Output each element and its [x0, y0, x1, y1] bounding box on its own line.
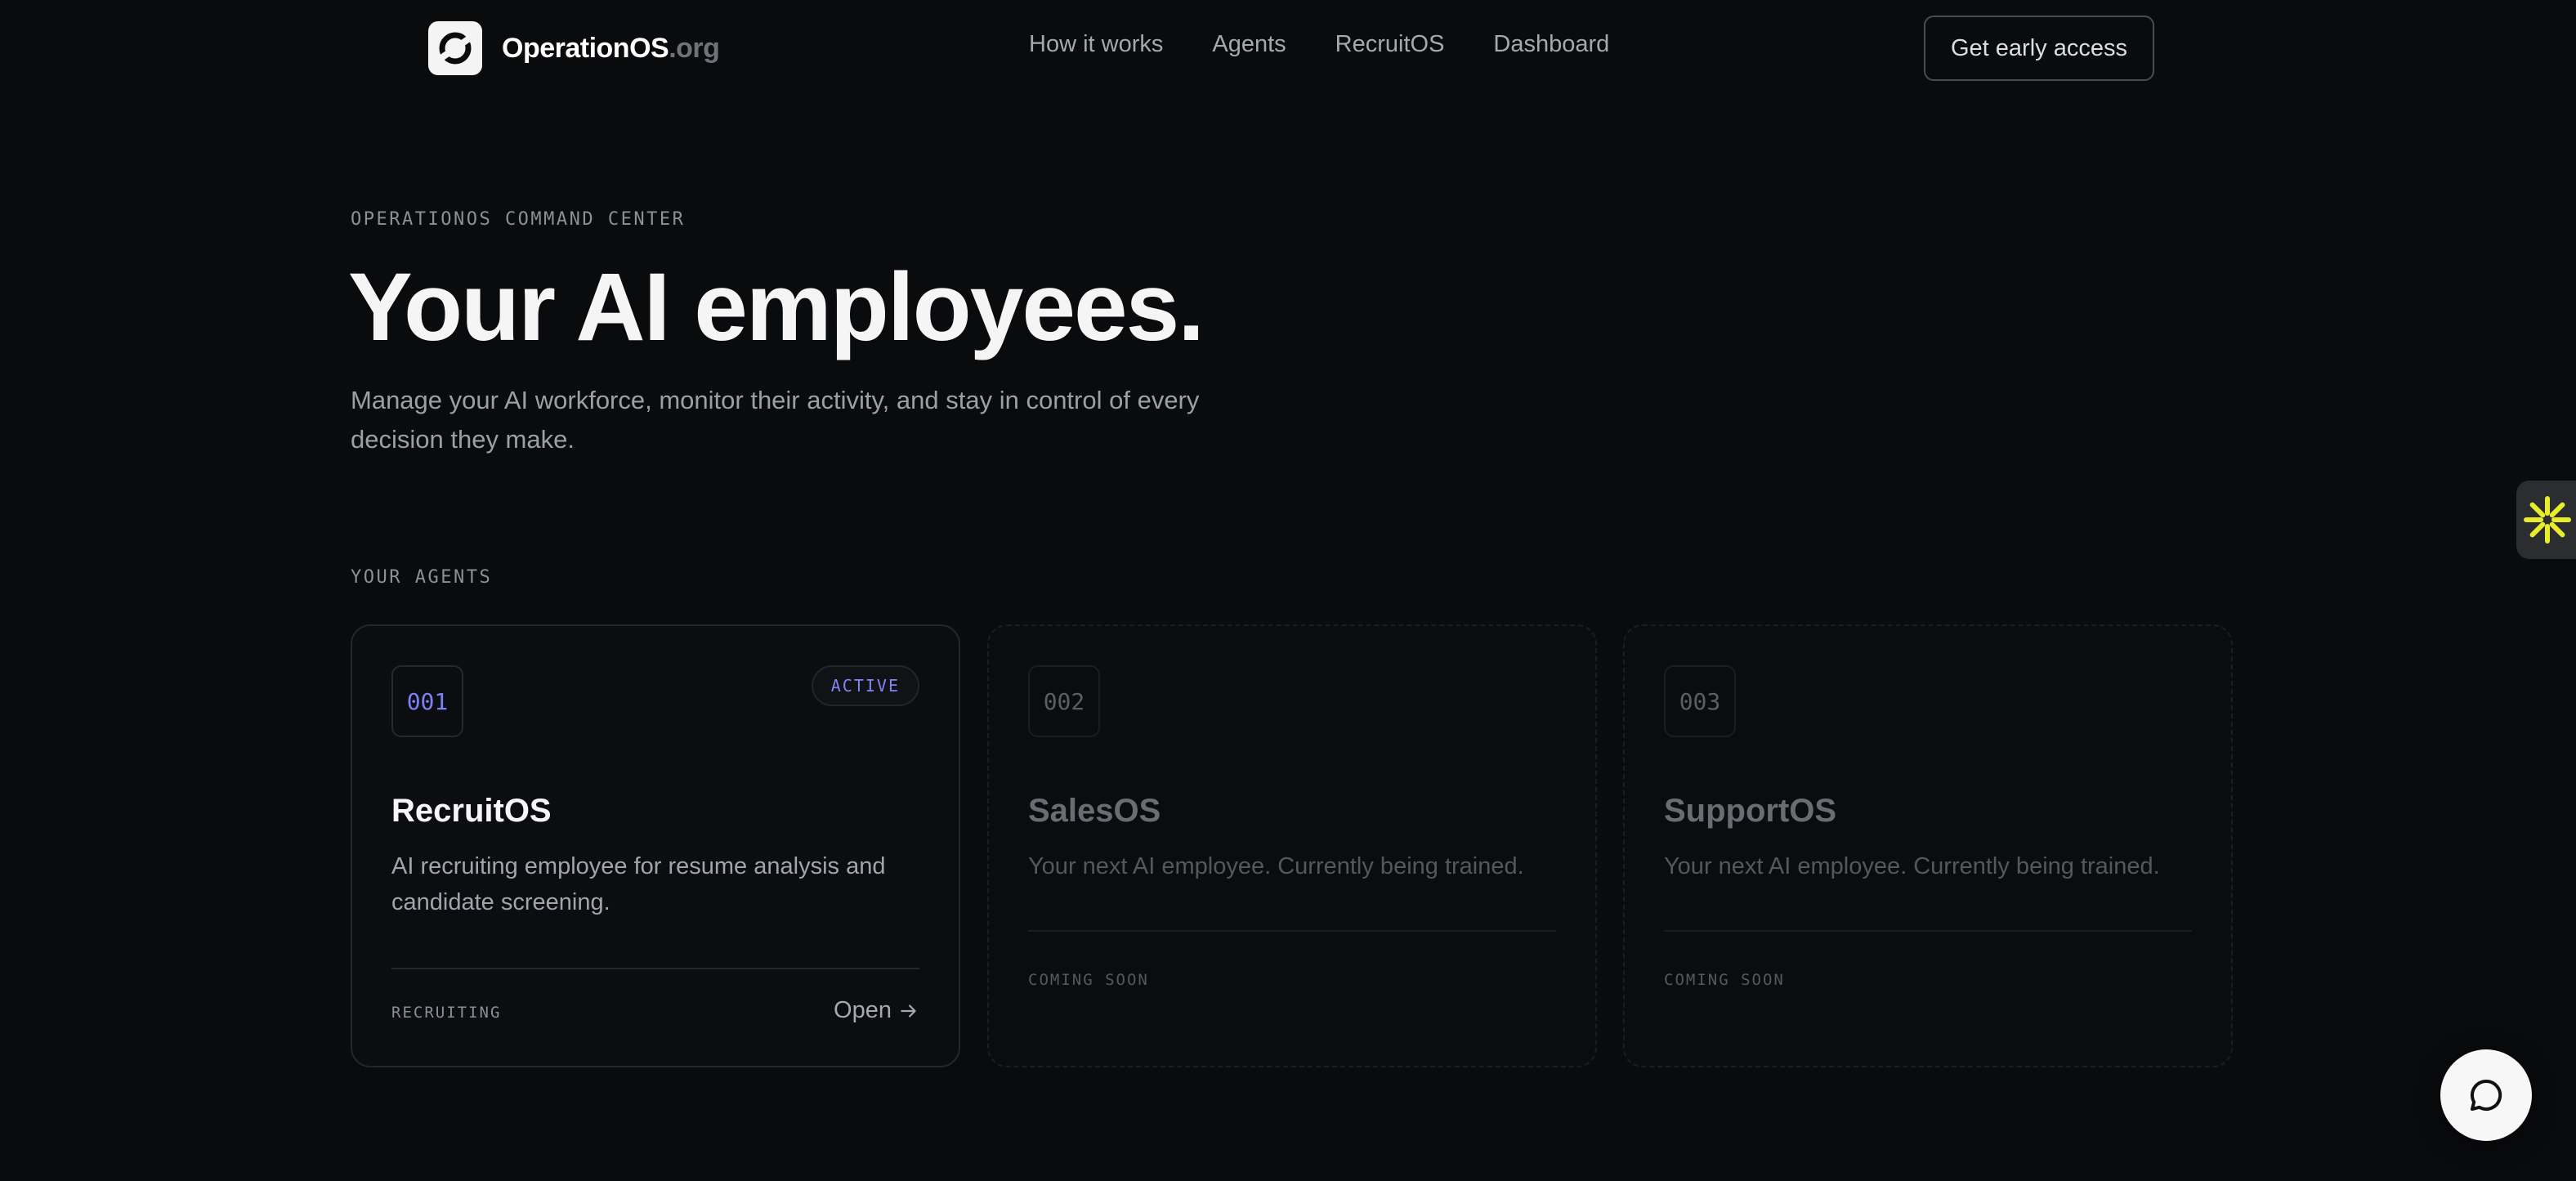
brand-name: OperationOS — [502, 32, 669, 64]
brand-tld: .org — [669, 32, 720, 64]
agent-number-badge: 003 — [1664, 665, 1736, 737]
agent-card-recruitos[interactable]: 001 ACTIVE RecruitOS AI recruiting emplo… — [351, 624, 960, 1067]
brand-wordmark: OperationOS.org — [502, 32, 720, 65]
agent-card-supportos: 003 SupportOS Your next AI employee. Cur… — [1623, 624, 2233, 1067]
agent-number-badge: 002 — [1028, 665, 1100, 737]
agent-card-salesos: 002 SalesOS Your next AI employee. Curre… — [987, 624, 1597, 1067]
open-link-label: Open — [834, 997, 892, 1023]
open-agent-link[interactable]: Open — [834, 997, 919, 1024]
hero-eyebrow: OPERATIONOS COMMAND CENTER — [351, 209, 686, 230]
agent-title: RecruitOS — [391, 793, 552, 829]
brand-link[interactable]: OperationOS.org — [428, 21, 720, 75]
agent-number-badge: 001 — [391, 665, 463, 737]
card-divider — [391, 968, 919, 969]
nav-link-recruitos[interactable]: RecruitOS — [1335, 31, 1445, 58]
chat-bubble-icon — [2471, 1079, 2502, 1111]
get-early-access-button[interactable]: Get early access — [1924, 16, 2154, 81]
coming-soon-label: COMING SOON — [1028, 971, 1149, 989]
top-nav: OperationOS.org How it works Agents Recr… — [0, 0, 2576, 95]
agent-description: Your next AI employee. Currently being t… — [1664, 853, 2160, 879]
operationos-logo-icon — [428, 21, 482, 75]
nav-link-how-it-works[interactable]: How it works — [1029, 31, 1163, 58]
coming-soon-label: COMING SOON — [1664, 971, 1785, 989]
status-badge: ACTIVE — [811, 665, 919, 706]
nav-link-agents[interactable]: Agents — [1212, 31, 1286, 58]
chat-button[interactable] — [2440, 1049, 2532, 1141]
asterisk-icon — [2524, 496, 2571, 544]
agent-category-label: RECRUITING — [391, 1004, 502, 1022]
side-widget-tab[interactable] — [2516, 481, 2576, 559]
arrow-right-icon — [901, 1004, 916, 1018]
card-divider — [1664, 930, 2192, 932]
agent-title: SalesOS — [1028, 793, 1161, 829]
nav-links: How it works Agents RecruitOS Dashboard — [1029, 31, 1609, 58]
nav-link-dashboard[interactable]: Dashboard — [1493, 31, 1609, 58]
card-divider — [1028, 930, 1556, 932]
agent-description: AI recruiting employee for resume analys… — [391, 853, 886, 915]
agents-section-label: YOUR AGENTS — [351, 567, 493, 588]
page-title: Your AI employees. — [348, 253, 1205, 361]
agent-description: Your next AI employee. Currently being t… — [1028, 853, 1524, 879]
hero-subtitle: Manage your AI workforce, monitor their … — [351, 386, 1200, 454]
agent-title: SupportOS — [1664, 793, 1837, 829]
